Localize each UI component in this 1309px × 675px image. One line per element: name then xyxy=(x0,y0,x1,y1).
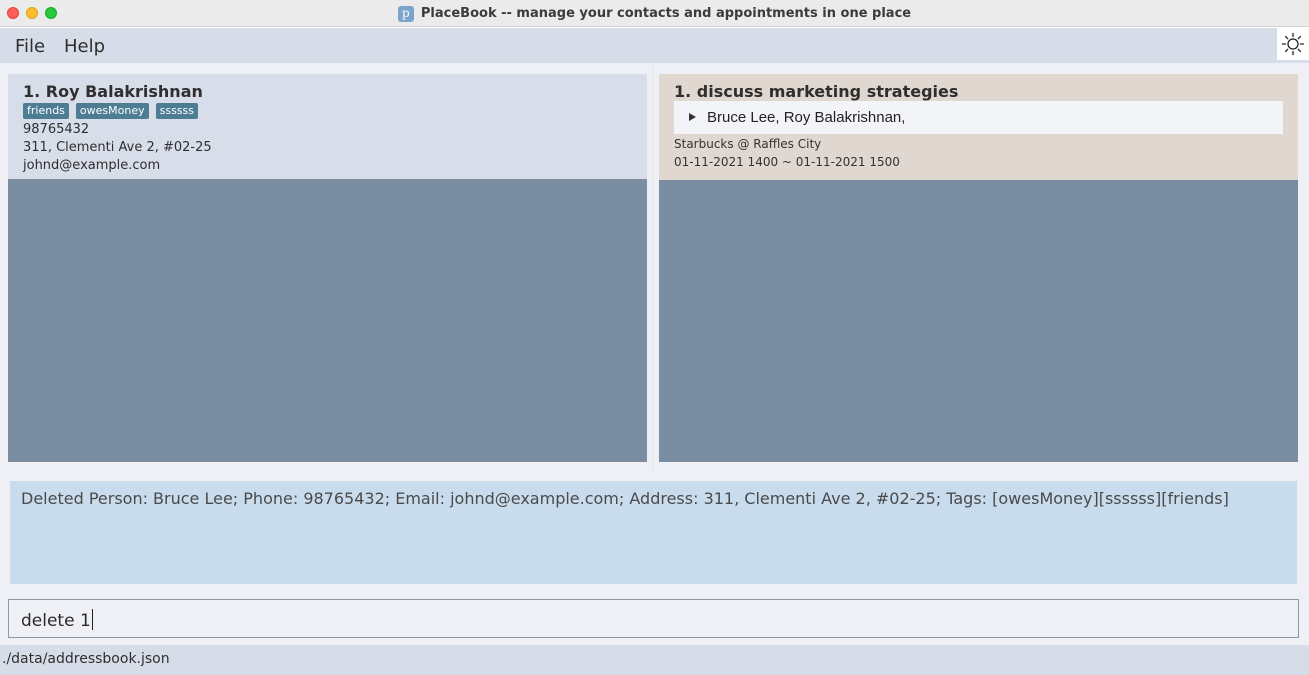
tag-label: owesMoney xyxy=(75,103,149,119)
status-bar: ./data/addressbook.json xyxy=(0,645,1309,675)
person-phone: 98765432 xyxy=(23,122,90,137)
expand-triangle-icon[interactable] xyxy=(689,113,696,121)
menu-help[interactable]: Help xyxy=(64,36,105,57)
menu-file[interactable]: File xyxy=(15,36,45,57)
appointment-list-panel[interactable]: 1. discuss marketing strategies Bruce Le… xyxy=(659,74,1298,462)
command-input[interactable]: delete 1 xyxy=(8,599,1299,638)
person-email: johnd@example.com xyxy=(23,158,161,173)
app-icon: p xyxy=(397,5,414,22)
window-title-group: p PlaceBook -- manage your contacts and … xyxy=(0,0,1309,27)
tag-label: ssssss xyxy=(155,103,198,119)
appointment-card[interactable]: 1. discuss marketing strategies Bruce Le… xyxy=(659,74,1298,180)
appointment-title: 1. discuss marketing strategies xyxy=(674,82,959,101)
person-address: 311, Clementi Ave 2, #02-25 xyxy=(23,140,212,155)
result-display[interactable]: Deleted Person: Bruce Lee; Phone: 987654… xyxy=(10,481,1297,584)
appointment-time: 01-11-2021 1400 ~ 01-11-2021 1500 xyxy=(674,155,900,169)
command-value: delete 1 xyxy=(21,611,91,631)
result-text: Deleted Person: Bruce Lee; Phone: 987654… xyxy=(21,489,1229,508)
person-tags: friends owesMoney ssssss xyxy=(23,103,205,119)
menu-bar: File Help xyxy=(0,28,1309,63)
status-file-path: ./data/addressbook.json xyxy=(2,651,170,667)
sun-icon xyxy=(1281,32,1305,56)
window-title: PlaceBook -- manage your contacts and ap… xyxy=(420,6,912,21)
split-pane-divider[interactable] xyxy=(652,63,653,473)
clients-expander[interactable]: Bruce Lee, Roy Balakrishnan, xyxy=(674,101,1283,134)
command-text: delete 1 xyxy=(21,609,93,631)
person-name: 1. Roy Balakrishnan xyxy=(23,82,203,101)
tag-label: friends xyxy=(23,103,69,119)
appointment-location: Starbucks @ Raffles City xyxy=(674,137,822,151)
theme-toggle-button[interactable] xyxy=(1277,28,1309,60)
person-list-panel[interactable]: 1. Roy Balakrishnan friends owesMoney ss… xyxy=(8,74,647,462)
text-caret xyxy=(91,609,93,630)
window-titlebar: p PlaceBook -- manage your contacts and … xyxy=(0,0,1309,27)
person-card[interactable]: 1. Roy Balakrishnan friends owesMoney ss… xyxy=(8,74,647,179)
appointment-clients: Bruce Lee, Roy Balakrishnan, xyxy=(707,109,906,126)
